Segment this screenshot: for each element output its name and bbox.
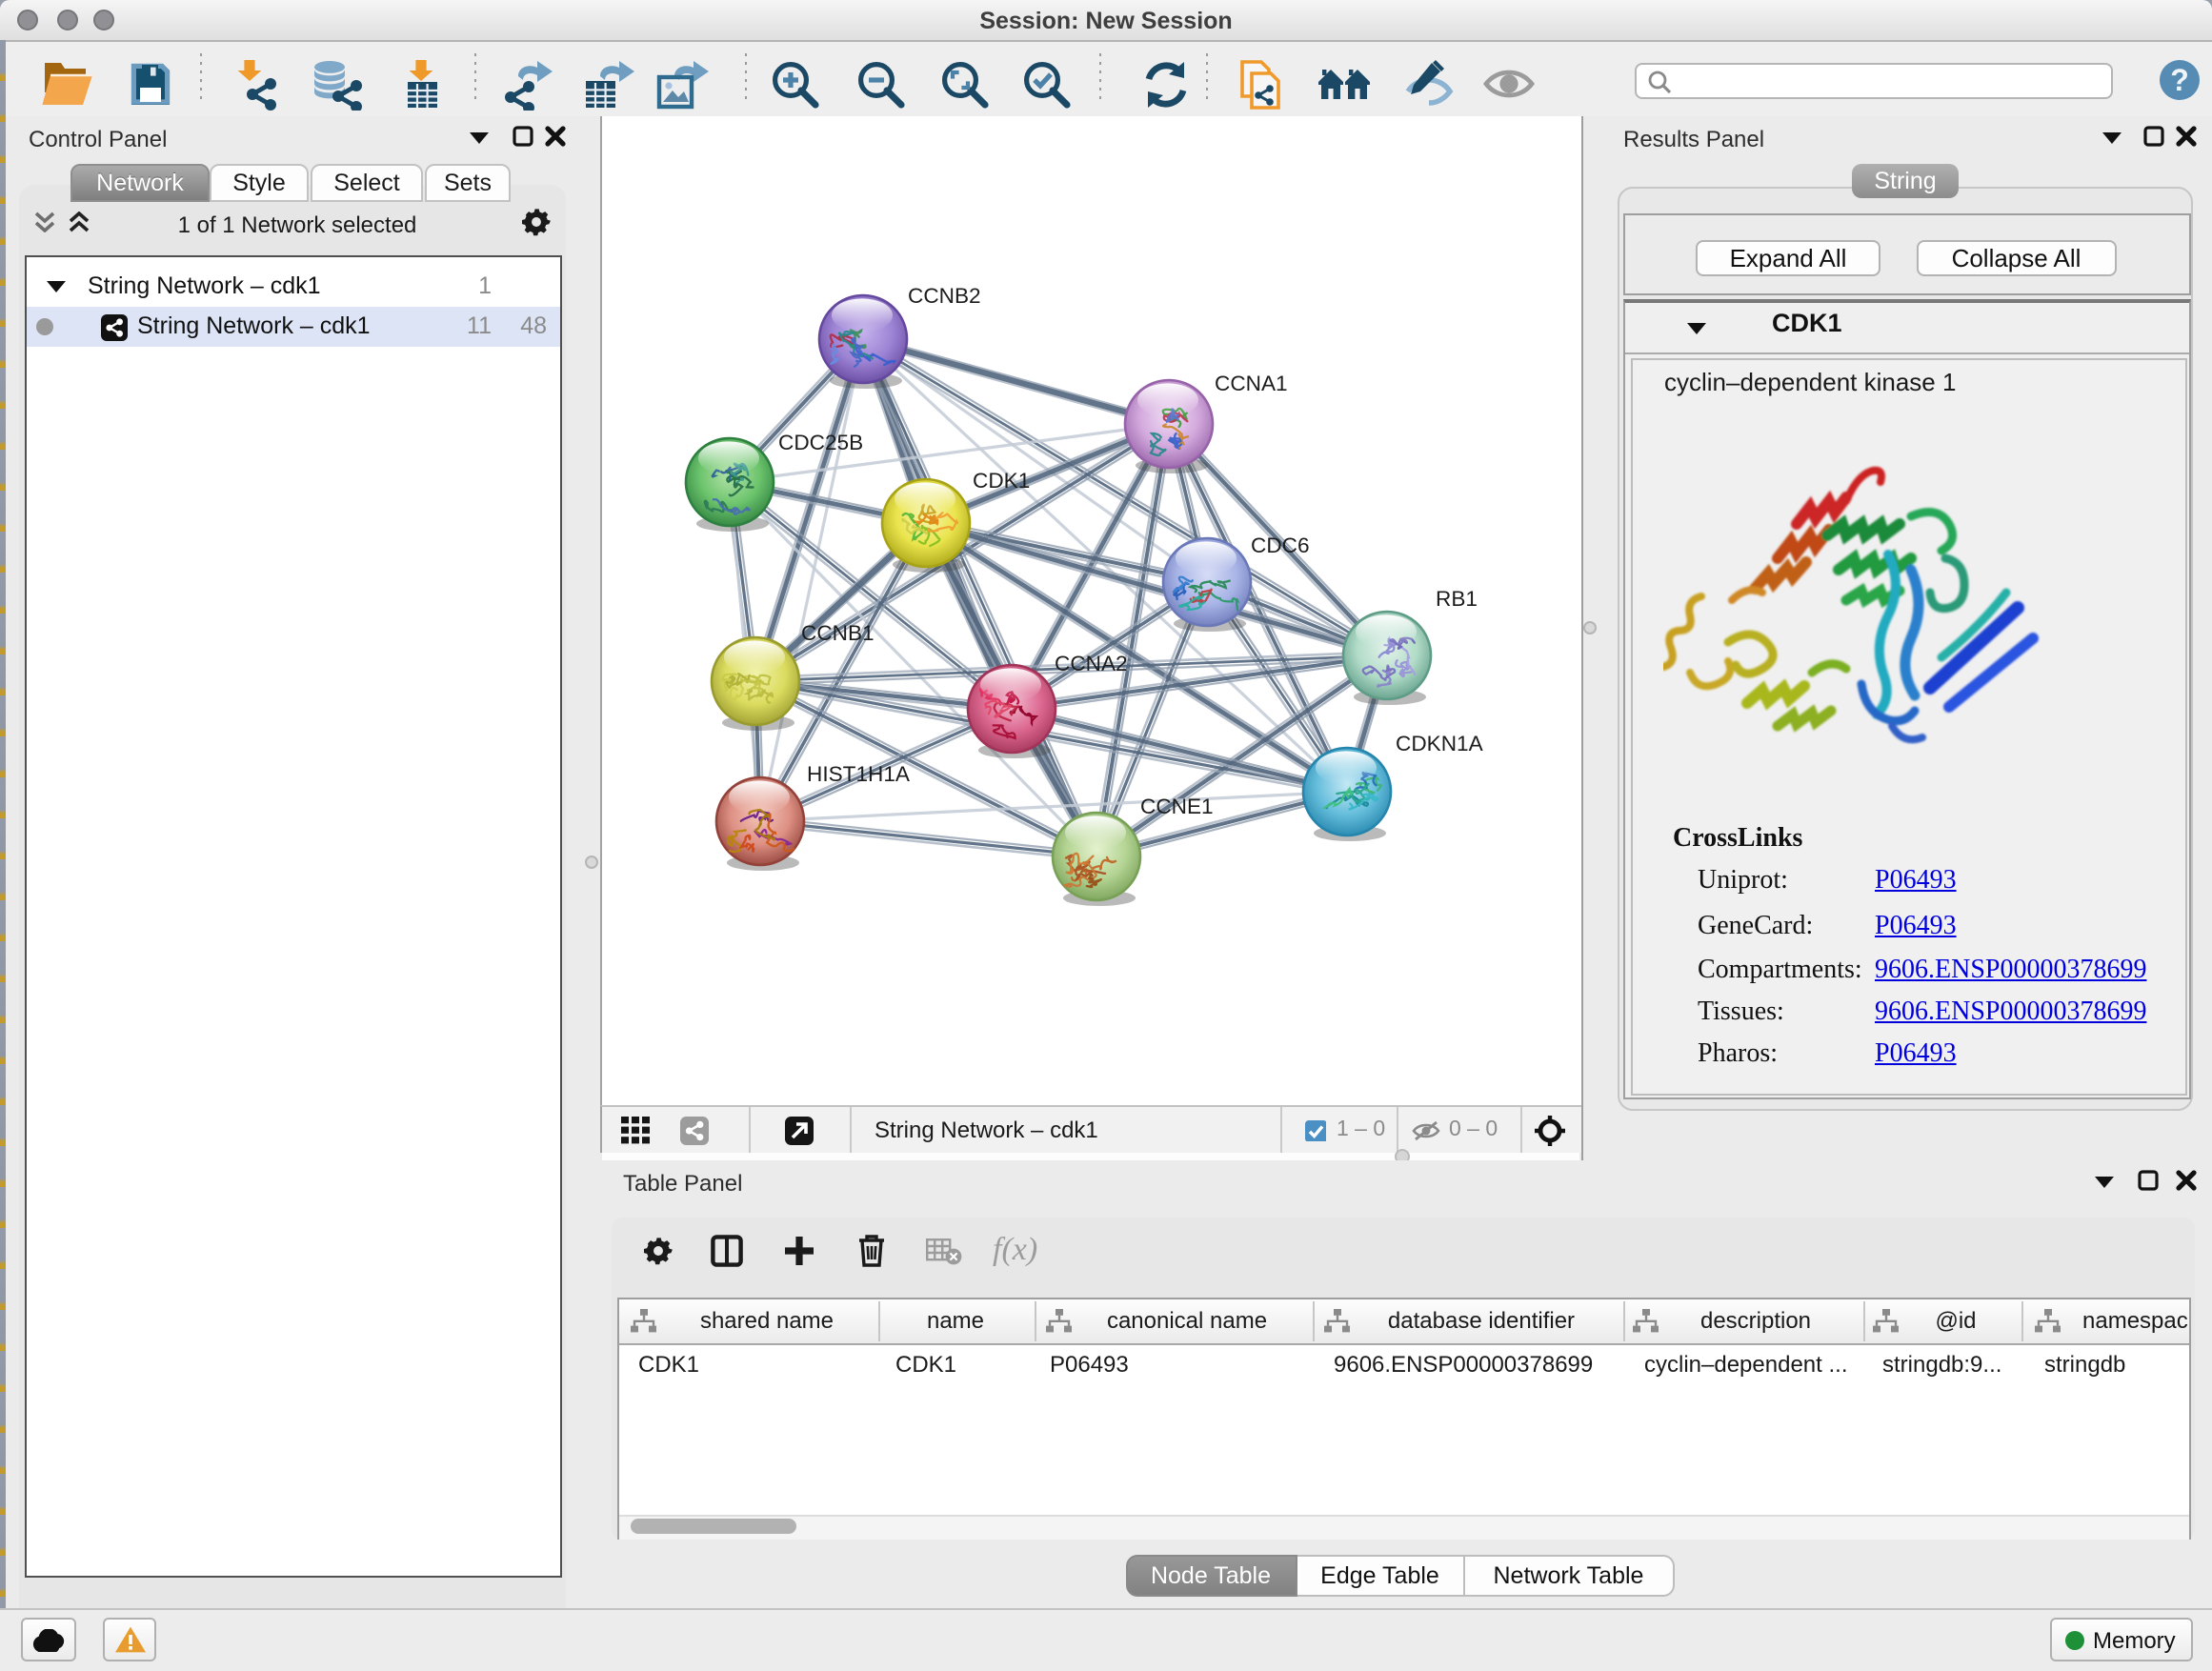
svg-text:CDK1: CDK1 (972, 469, 1029, 493)
svg-text:?: ? (2169, 62, 2188, 96)
svg-text:RB1: RB1 (1435, 587, 1477, 611)
svg-text:CDC25B: CDC25B (777, 431, 862, 454)
svg-text:CCNB1: CCNB1 (800, 621, 874, 645)
svg-text:CDC6: CDC6 (1250, 534, 1309, 557)
svg-text:CCNA1: CCNA1 (1214, 372, 1287, 395)
svg-text:CCNA2: CCNA2 (1054, 652, 1127, 675)
svg-text:CCNB2: CCNB2 (907, 284, 980, 308)
svg-text:HIST1H1A: HIST1H1A (806, 762, 910, 786)
svg-text:CDKN1A: CDKN1A (1395, 732, 1483, 755)
svg-text:CCNE1: CCNE1 (1139, 795, 1213, 818)
